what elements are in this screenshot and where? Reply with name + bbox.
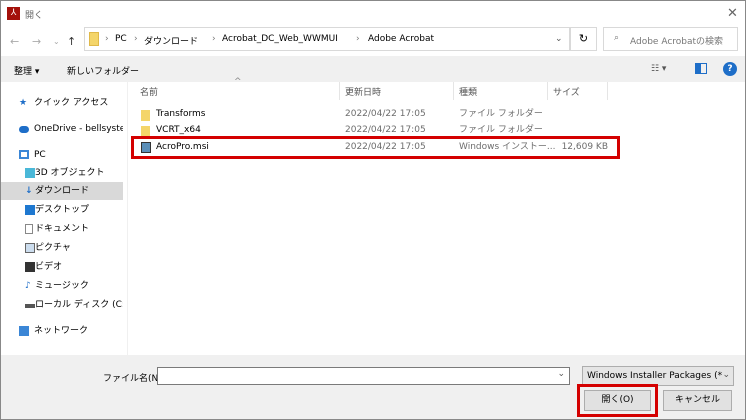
pictures-icon <box>25 243 35 253</box>
filename-input[interactable]: ⌄ <box>157 367 570 385</box>
drive-icon <box>25 300 35 308</box>
preview-pane-icon[interactable] <box>695 63 707 74</box>
close-icon[interactable]: ✕ <box>727 6 738 21</box>
chevron-down-icon[interactable]: ⌄ <box>555 34 563 44</box>
sidebar-item-quick-access[interactable]: ★ クイック アクセス <box>1 94 123 112</box>
command-bar: 整理 ▾ 新しいフォルダー ☷ ▾ ? <box>1 56 745 82</box>
title-bar: ⅄ 開く ✕ <box>1 1 745 27</box>
navigation-pane: ★ クイック アクセス OneDrive - bellsysten PC 3D オ… <box>1 82 128 355</box>
address-bar[interactable]: › PC › ダウンロード › Acrobat_DC_Web_WWMUI › A… <box>84 27 570 51</box>
sidebar-item-desktop[interactable]: デスクトップ <box>1 201 123 219</box>
column-divider <box>339 82 340 100</box>
file-row[interactable]: Transforms 2022/04/22 17:05 ファイル フォルダー <box>132 106 618 123</box>
refresh-button[interactable]: ↻ <box>570 27 597 51</box>
sidebar-item-documents[interactable]: ドキュメント <box>1 220 123 238</box>
breadcrumb-adobe-acrobat[interactable]: Adobe Acrobat <box>368 34 434 44</box>
download-icon: ↓ <box>25 186 33 196</box>
window-title: 開く <box>25 11 44 21</box>
help-icon[interactable]: ? <box>723 62 737 76</box>
highlight-box <box>577 384 658 417</box>
view-options-icon[interactable]: ☷ ▾ <box>651 64 666 74</box>
sidebar-item-music[interactable]: ♪ ミュージック <box>1 277 123 295</box>
filename-label: ファイル名(N): <box>103 374 165 384</box>
forward-icon[interactable]: → <box>32 35 41 48</box>
column-header-size[interactable]: サイズ <box>553 85 580 98</box>
video-icon <box>25 262 35 272</box>
music-icon: ♪ <box>25 281 31 291</box>
column-divider <box>547 82 548 100</box>
sort-ascending-icon: ^ <box>234 77 242 87</box>
file-type-select[interactable]: Windows Installer Packages (*.r ⌄ <box>582 366 734 386</box>
chevron-down-icon: ⌄ <box>722 370 730 380</box>
sidebar-item-pictures[interactable]: ピクチャ <box>1 239 123 257</box>
desktop-icon <box>25 205 35 215</box>
document-icon <box>25 224 33 234</box>
3d-objects-icon <box>25 168 35 178</box>
chevron-down-icon[interactable]: ⌄ <box>557 369 565 379</box>
column-header-type[interactable]: 種類 <box>459 85 477 98</box>
new-folder-button[interactable]: 新しいフォルダー <box>67 64 139 77</box>
pc-icon <box>19 150 29 159</box>
up-icon[interactable]: ↑ <box>67 35 76 48</box>
folder-icon <box>89 32 99 46</box>
sidebar-item-onedrive[interactable]: OneDrive - bellsysten <box>1 120 123 138</box>
organize-button[interactable]: 整理 ▾ <box>14 64 39 77</box>
column-header-name[interactable]: 名前 <box>140 85 158 98</box>
network-icon <box>19 326 29 336</box>
recent-dropdown-icon[interactable]: ⌄ <box>53 37 60 46</box>
search-input[interactable]: ⌕ Adobe Acrobatの検索 <box>603 27 738 51</box>
breadcrumb-pc[interactable]: PC <box>115 34 127 44</box>
column-divider <box>453 82 454 100</box>
sidebar-item-local-disk[interactable]: ローカル ディスク (C:) <box>1 296 123 314</box>
folder-icon <box>141 110 150 121</box>
sidebar-item-pc[interactable]: PC <box>1 146 123 164</box>
highlight-box <box>131 136 620 159</box>
cloud-icon <box>19 126 29 133</box>
column-header-date[interactable]: 更新日時 <box>345 85 381 98</box>
sidebar-item-videos[interactable]: ビデオ <box>1 258 123 276</box>
breadcrumb-acrobat-dc[interactable]: Acrobat_DC_Web_WWMUI <box>222 34 338 44</box>
sidebar-item-downloads[interactable]: ↓ ダウンロード <box>1 182 123 200</box>
sidebar-item-3d-objects[interactable]: 3D オブジェクト <box>1 164 123 182</box>
sidebar-item-network[interactable]: ネットワーク <box>1 322 123 340</box>
breadcrumb-downloads[interactable]: ダウンロード <box>144 34 198 47</box>
back-icon[interactable]: ← <box>10 35 19 48</box>
star-icon: ★ <box>19 98 28 108</box>
cancel-button[interactable]: キャンセル <box>663 390 732 411</box>
search-icon: ⌕ <box>614 33 620 43</box>
column-divider <box>607 82 608 100</box>
acrobat-app-icon: ⅄ <box>7 7 20 20</box>
